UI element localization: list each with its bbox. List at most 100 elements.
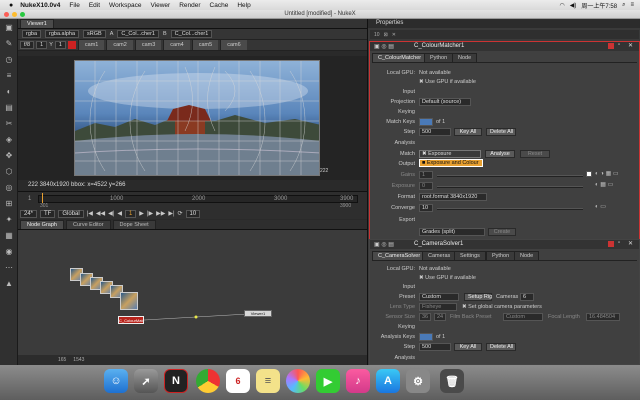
filter-tools-icon[interactable]: ▤ — [3, 103, 15, 113]
input-b-dropdown[interactable]: C_Col...cher1 — [170, 30, 213, 38]
exposure-slider[interactable] — [437, 186, 583, 188]
finder-icon[interactable]: ☺ — [104, 369, 128, 393]
close-panel-icon[interactable]: ✕ — [628, 42, 633, 49]
sensor-height-field[interactable]: 24 — [434, 313, 446, 321]
colorspace-dropdown[interactable]: sRGB — [83, 30, 106, 38]
float-panel-icon[interactable]: ▫ — [618, 42, 620, 48]
gains-slider[interactable] — [437, 175, 583, 177]
sensor-width-field[interactable]: 36 — [419, 313, 431, 321]
close-window-icon[interactable] — [4, 12, 9, 17]
converge-icons[interactable]: ◐ ▭ — [595, 203, 606, 210]
launchpad-icon[interactable]: ➚ — [134, 369, 158, 393]
tab-python[interactable]: Python — [424, 53, 454, 62]
nuke-app-icon[interactable]: N — [164, 369, 188, 393]
cameras-field[interactable]: 6 — [520, 293, 534, 301]
menu-file[interactable]: File — [69, 2, 79, 9]
views-tools-icon[interactable]: ◎ — [3, 183, 15, 193]
furnace-tools-icon[interactable]: ▲ — [3, 279, 15, 289]
tab-node[interactable]: Node — [514, 251, 540, 260]
node-name-field[interactable]: C_ColourMatcher1 — [414, 43, 464, 49]
key-all-button[interactable]: Key All — [454, 343, 482, 351]
image-tools-icon[interactable]: ▣ — [3, 23, 15, 33]
last-frame-icon[interactable]: ▶| — [168, 210, 174, 217]
tab-cam1[interactable]: cam1 — [77, 40, 105, 50]
channel-tools-icon[interactable]: ≡ — [3, 71, 15, 81]
close-panel-icon[interactable]: ✕ — [628, 240, 633, 247]
analyse-button[interactable]: Analyse — [485, 150, 515, 158]
max-panels-field[interactable]: 10 — [374, 32, 380, 38]
delete-all-button[interactable]: Delete All — [486, 128, 516, 136]
color-tools-icon[interactable]: ◐ — [3, 87, 15, 97]
menu-render[interactable]: Render — [179, 2, 200, 9]
first-frame-icon[interactable]: |◀ — [87, 210, 93, 217]
trash-icon[interactable]: 🗑 — [440, 369, 464, 393]
menu-workspace[interactable]: Workspace — [109, 2, 141, 9]
focal-length-field[interactable]: 16.484504 — [586, 313, 620, 321]
tab-cameras[interactable]: Cameras — [422, 251, 457, 260]
preset-dropdown[interactable]: Custom — [419, 293, 459, 301]
other-tools-icon[interactable]: ⋯ — [3, 263, 15, 273]
menu-viewer[interactable]: Viewer — [150, 2, 170, 9]
merge-tools-icon[interactable]: ◈ — [3, 135, 15, 145]
current-frame-field[interactable]: 1 — [124, 209, 137, 218]
next-keyframe-icon[interactable]: ▶▶ — [156, 210, 165, 217]
tab-colourmatcher[interactable]: C_ColourMatcher — [372, 53, 428, 62]
timeline-playhead[interactable] — [42, 193, 43, 203]
tab-camerasolver[interactable]: C_CameraSolver — [372, 251, 427, 260]
metadata-tools-icon[interactable]: ⊞ — [3, 199, 15, 209]
menu-help[interactable]: Help — [237, 2, 250, 9]
use-gpu-checkbox[interactable]: ✖ Use GPU if available — [419, 275, 476, 281]
set-global-checkbox[interactable]: ✖ Set global camera parameters — [462, 304, 542, 310]
format-dropdown[interactable]: root.format 3840x1920 — [419, 193, 487, 201]
create-button[interactable]: Create — [488, 228, 516, 236]
step-field[interactable]: 500 — [419, 343, 451, 351]
menu-cache[interactable]: Cache — [210, 2, 229, 9]
increment-field[interactable]: 10 — [185, 209, 201, 218]
layer-dropdown[interactable]: rgba.alpha — [45, 30, 80, 38]
color-picker-icons[interactable]: ◐ ◑ ▦ ▭ — [595, 170, 619, 177]
tab-node[interactable]: Node — [452, 53, 478, 62]
analysis-keys-field[interactable] — [419, 333, 433, 341]
projection-dropdown[interactable]: Default (source) — [419, 98, 471, 106]
app-menu[interactable]: NukeX10.0v4 — [20, 2, 60, 9]
chrome-icon[interactable] — [196, 369, 220, 393]
itunes-icon[interactable]: ♪ — [346, 369, 370, 393]
panel-icons[interactable]: ▣ ◎ ▤ — [374, 241, 394, 248]
node-color-swatch[interactable] — [608, 43, 614, 49]
node-name-field[interactable]: C_CameraSolver1 — [414, 241, 463, 247]
input-a-dropdown[interactable]: C_Col...cher1 — [117, 30, 159, 38]
facetime-icon[interactable]: ▶ — [316, 369, 340, 393]
clear-panels-icon[interactable]: ✕ — [392, 32, 396, 38]
notification-icon[interactable]: ≡ — [630, 2, 634, 8]
tab-cam5[interactable]: cam5 — [191, 40, 219, 50]
system-preferences-icon[interactable]: ⚙ — [406, 369, 430, 393]
gains-color-swatch[interactable] — [586, 171, 592, 177]
setup-rig-button[interactable]: Setup Rig — [464, 293, 492, 301]
float-panel-icon[interactable]: ▫ — [618, 240, 620, 246]
menubar-clock[interactable]: 周一上午7:58 — [581, 1, 617, 10]
converge-slider[interactable] — [437, 208, 583, 210]
play-forward-icon[interactable]: ▶ — [139, 210, 144, 217]
reset-button[interactable]: Reset — [520, 150, 550, 158]
notes-icon[interactable]: ≡ — [256, 369, 280, 393]
prev-frame-icon[interactable]: ◀| — [108, 210, 114, 217]
tab-cam4[interactable]: cam4 — [163, 40, 190, 50]
apple-menu-icon[interactable]: ● — [9, 2, 13, 9]
match-keys-field[interactable] — [419, 118, 433, 126]
tf-dropdown[interactable]: TF — [40, 209, 56, 218]
prev-keyframe-icon[interactable]: ◀◀ — [96, 210, 105, 217]
lens-type-dropdown[interactable]: Fisheye — [419, 303, 457, 311]
3d-tools-icon[interactable]: ⬡ — [3, 167, 15, 177]
export-dropdown[interactable]: Grades (split) — [419, 228, 485, 236]
draw-tools-icon[interactable]: ✎ — [3, 39, 15, 49]
calendar-icon[interactable]: 6 — [226, 369, 250, 393]
cara-vr-icon[interactable]: ◉ — [3, 247, 15, 257]
zoom-window-icon[interactable] — [20, 12, 25, 17]
exposure-field[interactable]: 0 — [419, 182, 433, 190]
toolsets-icon[interactable]: ▦ — [3, 231, 15, 241]
wifi-icon[interactable]: ◠ — [560, 2, 565, 9]
viewer-node[interactable]: Viewer1 — [244, 310, 272, 317]
lock-icon[interactable]: ⊠ — [384, 32, 388, 38]
spotlight-icon[interactable]: ⌕ — [622, 2, 625, 9]
match-option-exposure-colour[interactable]: ■ Exposure and Colour — [419, 159, 483, 167]
